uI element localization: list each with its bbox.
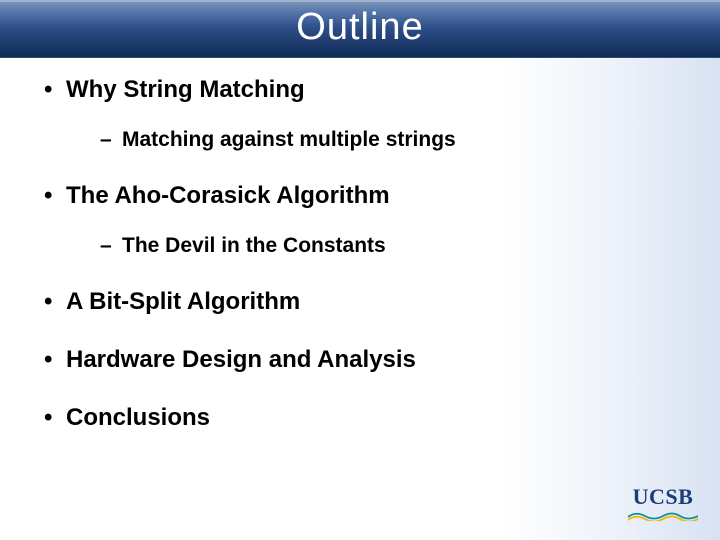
list-item-text: Why String Matching: [66, 76, 305, 103]
list-item-text: The Aho-Corasick Algorithm: [66, 182, 390, 209]
sublist-item: The Devil in the Constants: [100, 234, 690, 258]
list-item: Why String Matching Matching against mul…: [40, 76, 690, 152]
list-item: A Bit-Split Algorithm: [40, 288, 690, 316]
list-item: Conclusions: [40, 404, 690, 432]
list-item: The Aho-Corasick Algorithm The Devil in …: [40, 182, 690, 258]
slide-title: Outline: [0, 2, 720, 49]
ucsb-logo: UCSB: [628, 486, 698, 526]
list-item: Hardware Design and Analysis: [40, 346, 690, 374]
list-item-text: Conclusions: [66, 404, 210, 431]
slide-content: Why String Matching Matching against mul…: [0, 58, 720, 432]
sublist: The Devil in the Constants: [100, 234, 690, 258]
sublist-item-text: Matching against multiple strings: [122, 128, 456, 151]
list-item-text: A Bit-Split Algorithm: [66, 288, 300, 315]
outline-list: Why String Matching Matching against mul…: [40, 76, 690, 432]
logo-text: UCSB: [628, 486, 698, 508]
sublist: Matching against multiple strings: [100, 128, 690, 152]
title-bar: Outline: [0, 0, 720, 58]
list-item-text: Hardware Design and Analysis: [66, 346, 416, 373]
wave-icon: [628, 511, 698, 521]
sublist-item: Matching against multiple strings: [100, 128, 690, 152]
slide: Outline Why String Matching Matching aga…: [0, 0, 720, 540]
sublist-item-text: The Devil in the Constants: [122, 234, 386, 257]
